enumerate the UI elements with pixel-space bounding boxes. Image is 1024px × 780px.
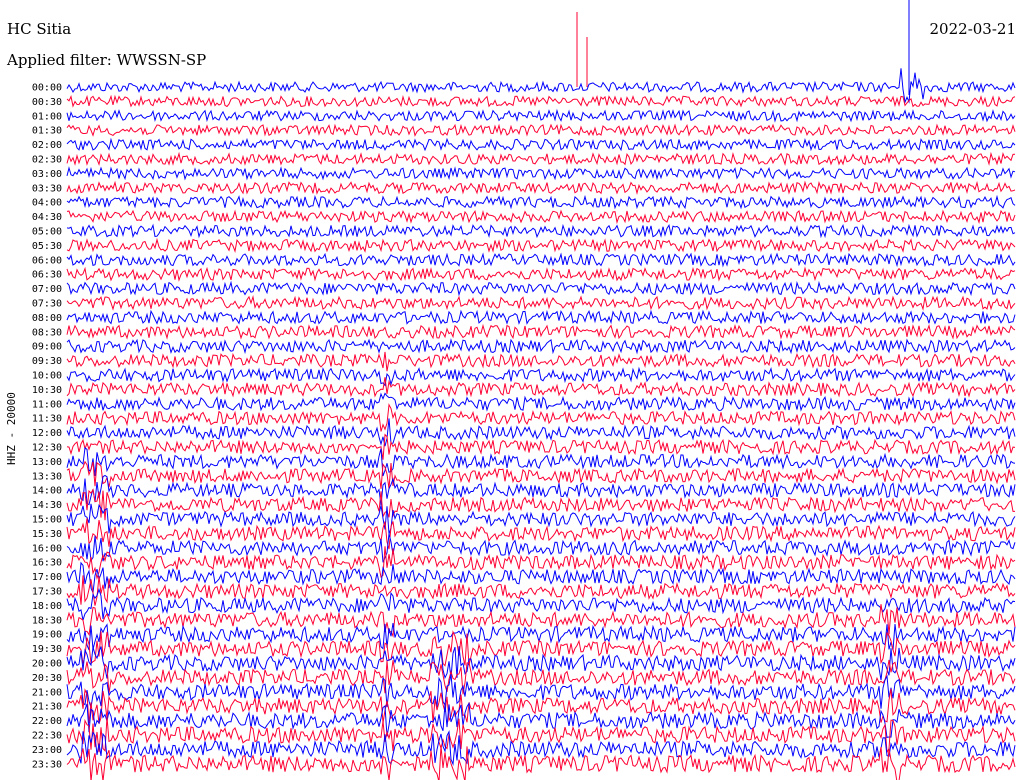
row-label: 14:00 — [32, 486, 62, 497]
trace-line — [66, 223, 1016, 239]
row-label: 08:30 — [32, 327, 62, 338]
trace-line — [66, 646, 1016, 681]
row-label: 19:30 — [32, 644, 62, 655]
row-label: 05:00 — [32, 227, 62, 238]
row-label: 11:00 — [32, 399, 62, 410]
row-label: 07:30 — [32, 299, 62, 310]
trace-line — [66, 137, 1016, 152]
trace-line — [66, 280, 1016, 297]
row-label: 15:30 — [32, 529, 62, 540]
trace-line — [66, 309, 1016, 325]
row-label: 01:00 — [32, 111, 62, 122]
row-label: 01:30 — [32, 126, 62, 137]
trace-line — [66, 237, 1016, 253]
trace-line — [66, 604, 1016, 638]
trace-line — [66, 94, 1016, 108]
row-label: 22:30 — [32, 731, 62, 742]
row-label: 02:00 — [32, 140, 62, 151]
row-label: 19:00 — [32, 630, 62, 641]
row-label: 14:30 — [32, 500, 62, 511]
trace-line — [66, 295, 1016, 311]
row-label: 09:00 — [32, 342, 62, 353]
row-label: 23:00 — [32, 745, 62, 756]
row-label: 11:30 — [32, 414, 62, 425]
row-label: 00:30 — [32, 97, 62, 108]
trace-line — [66, 123, 1016, 137]
row-label: 06:30 — [32, 270, 62, 281]
row-label: 20:30 — [32, 673, 62, 684]
trace-line — [66, 108, 1016, 123]
trace-line — [66, 209, 1016, 225]
row-label: 12:00 — [32, 428, 62, 439]
trace-line — [66, 338, 1016, 355]
row-label: 03:30 — [32, 183, 62, 194]
row-label: 08:00 — [32, 313, 62, 324]
row-label: 00:00 — [32, 83, 62, 94]
row-label: 05:30 — [32, 241, 62, 252]
trace-line — [66, 392, 1016, 413]
trace-line — [66, 266, 1016, 282]
row-label: 21:00 — [32, 687, 62, 698]
row-label: 07:00 — [32, 284, 62, 295]
row-label: 16:30 — [32, 558, 62, 569]
row-label: 18:30 — [32, 615, 62, 626]
row-label: 20:00 — [32, 659, 62, 670]
trace-line — [66, 745, 1016, 780]
row-label: 21:30 — [32, 702, 62, 713]
trace-line — [66, 194, 1016, 210]
row-label: 10:30 — [32, 385, 62, 396]
trace-line — [66, 68, 1016, 105]
trace-line — [66, 403, 1016, 432]
trace-line — [66, 180, 1016, 195]
row-label: 12:30 — [32, 443, 62, 454]
row-label: 13:00 — [32, 457, 62, 468]
row-label: 02:30 — [32, 155, 62, 166]
trace-line — [66, 166, 1016, 181]
row-label: 06:00 — [32, 255, 62, 266]
row-label: 17:30 — [32, 587, 62, 598]
row-label: 04:00 — [32, 198, 62, 209]
row-label: 10:00 — [32, 371, 62, 382]
trace-line — [66, 151, 1016, 167]
row-label: 03:00 — [32, 169, 62, 180]
trace-line — [66, 351, 1016, 372]
row-label: 23:30 — [32, 759, 62, 770]
row-label: 13:30 — [32, 471, 62, 482]
trace-line — [66, 460, 1016, 489]
row-label: 09:30 — [32, 356, 62, 367]
trace-line — [66, 323, 1016, 340]
row-label: 17:00 — [32, 572, 62, 583]
trace-line — [66, 630, 1016, 667]
row-label: 15:00 — [32, 515, 62, 526]
row-label: 22:00 — [32, 716, 62, 727]
trace-line — [66, 433, 1016, 460]
row-label: 16:00 — [32, 543, 62, 554]
row-label: 18:00 — [32, 601, 62, 612]
seismogram-plot: 00:00 00:30 01:00 01:30 02:00 02:30 03:00 03:30… — [32, 0, 1016, 780]
row-label: 04:30 — [32, 212, 62, 223]
trace-line — [66, 252, 1016, 268]
trace-line — [66, 366, 1016, 387]
